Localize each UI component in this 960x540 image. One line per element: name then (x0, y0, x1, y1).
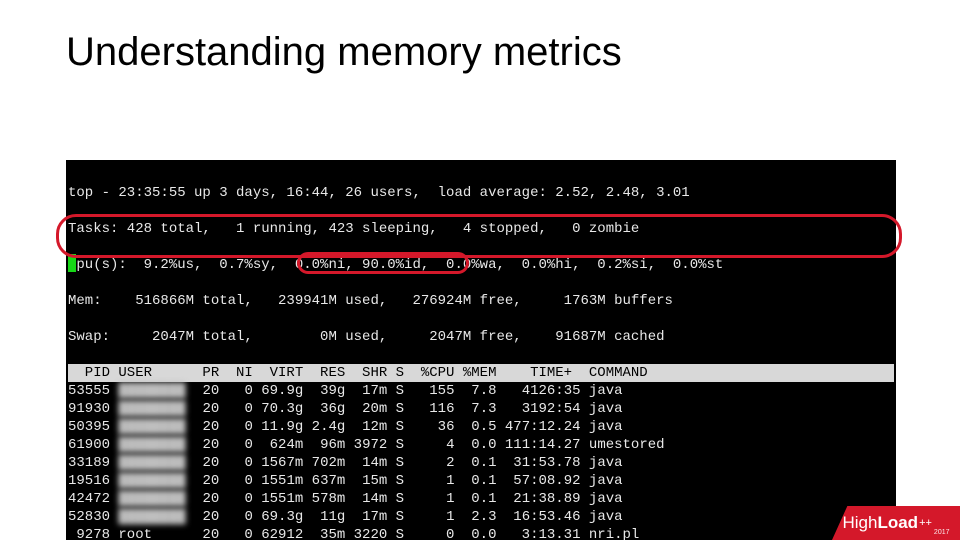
top-summary-cpu: Cpu(s): 9.2%us, 0.7%sy, 0.0%ni, 90.0%id,… (68, 256, 894, 274)
redacted-user: ████████ (118, 508, 194, 526)
top-summary-mem: Mem: 516866M total, 239941M used, 276924… (68, 292, 894, 310)
process-row: 33189 ████████ 20 0 1567m 702m 14m S 2 0… (68, 454, 894, 472)
terminal-screenshot: top - 23:35:55 up 3 days, 16:44, 26 user… (66, 160, 896, 540)
top-summary-swap: Swap: 2047M total, 0M used, 2047M free, … (68, 328, 894, 346)
process-row: 42472 ████████ 20 0 1551m 578m 14m S 1 0… (68, 490, 894, 508)
redacted-user: ████████ (118, 436, 194, 454)
process-row: 52830 ████████ 20 0 69.3g 11g 17m S 1 2.… (68, 508, 894, 526)
process-table-header: PID USER PR NI VIRT RES SHR S %CPU %MEM … (68, 364, 894, 382)
highload-logo: HighLoad++2017 (832, 506, 960, 540)
redacted-user: ████████ (118, 490, 194, 508)
logo-year: 2017 (934, 529, 950, 536)
redacted-user: ████████ (118, 472, 194, 490)
process-row: 19516 ████████ 20 0 1551m 637m 15m S 1 0… (68, 472, 894, 490)
logo-plus: ++ (919, 517, 932, 529)
process-row: 9278 root 20 0 62912 35m 3220 S 0 0.0 3:… (68, 526, 894, 540)
top-summary-tasks: Tasks: 428 total, 1 running, 423 sleepin… (68, 220, 894, 238)
redacted-user: ████████ (118, 382, 194, 400)
redacted-user: ████████ (118, 418, 194, 436)
redacted-user: ████████ (118, 454, 194, 472)
process-row: 53555 ████████ 20 0 69.9g 39g 17m S 155 … (68, 382, 894, 400)
top-summary-line1: top - 23:35:55 up 3 days, 16:44, 26 user… (68, 184, 894, 202)
process-table-body: 53555 ████████ 20 0 69.9g 39g 17m S 155 … (68, 382, 894, 540)
top-output: top - 23:35:55 up 3 days, 16:44, 26 user… (66, 160, 896, 540)
slide-title: Understanding memory metrics (66, 30, 622, 75)
cursor-indicator (68, 254, 76, 272)
logo-text-bold: Load (877, 513, 918, 533)
process-row: 50395 ████████ 20 0 11.9g 2.4g 12m S 36 … (68, 418, 894, 436)
process-row: 61900 ████████ 20 0 624m 96m 3972 S 4 0.… (68, 436, 894, 454)
redacted-user: ████████ (118, 400, 194, 418)
process-row: 91930 ████████ 20 0 70.3g 36g 20m S 116 … (68, 400, 894, 418)
logo-text-thin: High (842, 513, 877, 533)
